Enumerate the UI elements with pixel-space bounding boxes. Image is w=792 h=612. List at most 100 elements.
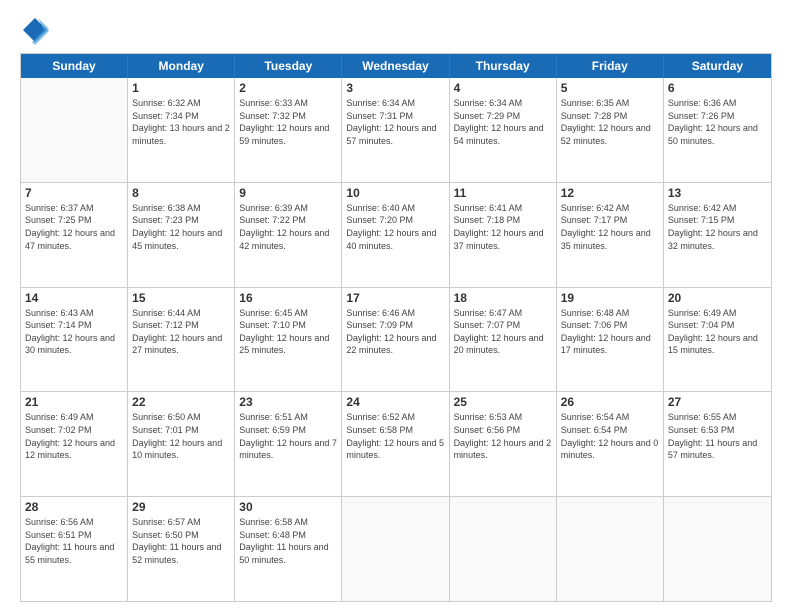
cell-info: Sunrise: 6:54 AMSunset: 6:54 PMDaylight:… xyxy=(561,411,659,461)
calendar-cell: 11Sunrise: 6:41 AMSunset: 7:18 PMDayligh… xyxy=(450,183,557,287)
day-header-tuesday: Tuesday xyxy=(235,54,342,78)
calendar-cell: 10 Sunrise: 6:40 AMSunset: 7:20 PMDayligh… xyxy=(342,183,449,287)
calendar-cell: 18 Sunrise: 6:47 AMSunset: 7:07 PMDayligh… xyxy=(450,288,557,392)
logo xyxy=(20,15,54,45)
cell-info: Sunrise: 6:41 AMSunset: 7:18 PMDaylight:… xyxy=(454,202,552,252)
calendar-cell: 7Sunrise: 6:37 AMSunset: 7:25 PMDaylight… xyxy=(21,183,128,287)
cell-info: Sunrise: 6:49 AMSunset: 7:02 PMDaylight:… xyxy=(25,411,123,461)
cell-info: Sunrise: 6:45 AMSunset: 7:10 PMDaylight:… xyxy=(239,307,337,357)
calendar-cell xyxy=(21,78,128,182)
cell-date: 20 xyxy=(668,291,767,305)
calendar-cell: 23Sunrise: 6:51 AMSunset: 6:59 PMDayligh… xyxy=(235,392,342,496)
cell-info: Sunrise: 6:32 AMSunset: 7:34 PMDaylight:… xyxy=(132,97,230,147)
cell-info: Sunrise: 6:34 AMSunset: 7:29 PMDaylight:… xyxy=(454,97,552,147)
cell-date: 28 xyxy=(25,500,123,514)
cell-info: Sunrise: 6:46 AMSunset: 7:09 PMDaylight:… xyxy=(346,307,444,357)
cell-date: 4 xyxy=(454,81,552,95)
calendar-cell xyxy=(342,497,449,601)
cell-date: 22 xyxy=(132,395,230,409)
cell-info: Sunrise: 6:56 AMSunset: 6:51 PMDaylight:… xyxy=(25,516,123,566)
calendar-cell: 26 Sunrise: 6:54 AMSunset: 6:54 PMDayligh… xyxy=(557,392,664,496)
cell-date: 25 xyxy=(454,395,552,409)
day-header-monday: Monday xyxy=(128,54,235,78)
cell-info: Sunrise: 6:34 AMSunset: 7:31 PMDaylight:… xyxy=(346,97,444,147)
calendar-cell: 22 Sunrise: 6:50 AMSunset: 7:01 PMDayligh… xyxy=(128,392,235,496)
cell-date: 2 xyxy=(239,81,337,95)
cell-date: 13 xyxy=(668,186,767,200)
calendar-cell: 6Sunrise: 6:36 AMSunset: 7:26 PMDaylight… xyxy=(664,78,771,182)
cell-info: Sunrise: 6:35 AMSunset: 7:28 PMDaylight:… xyxy=(561,97,659,147)
calendar-cell: 2 Sunrise: 6:33 AMSunset: 7:32 PMDaylight… xyxy=(235,78,342,182)
calendar-week: 1 Sunrise: 6:32 AMSunset: 7:34 PMDaylight… xyxy=(21,78,771,183)
cell-date: 12 xyxy=(561,186,659,200)
day-header-wednesday: Wednesday xyxy=(342,54,449,78)
cell-date: 9 xyxy=(239,186,337,200)
day-header-sunday: Sunday xyxy=(21,54,128,78)
cell-date: 24 xyxy=(346,395,444,409)
header xyxy=(20,15,772,45)
cell-info: Sunrise: 6:49 AMSunset: 7:04 PMDaylight:… xyxy=(668,307,767,357)
cell-info: Sunrise: 6:42 AMSunset: 7:17 PMDaylight:… xyxy=(561,202,659,252)
cell-info: Sunrise: 6:53 AMSunset: 6:56 PMDaylight:… xyxy=(454,411,552,461)
cell-info: Sunrise: 6:55 AMSunset: 6:53 PMDaylight:… xyxy=(668,411,767,461)
cell-info: Sunrise: 6:58 AMSunset: 6:48 PMDaylight:… xyxy=(239,516,337,566)
cell-date: 5 xyxy=(561,81,659,95)
day-header-saturday: Saturday xyxy=(664,54,771,78)
calendar-week: 21 Sunrise: 6:49 AMSunset: 7:02 PMDayligh… xyxy=(21,392,771,497)
calendar-cell: 21 Sunrise: 6:49 AMSunset: 7:02 PMDayligh… xyxy=(21,392,128,496)
calendar-cell: 16Sunrise: 6:45 AMSunset: 7:10 PMDayligh… xyxy=(235,288,342,392)
calendar-cell: 4 Sunrise: 6:34 AMSunset: 7:29 PMDaylight… xyxy=(450,78,557,182)
day-header-friday: Friday xyxy=(557,54,664,78)
cell-info: Sunrise: 6:52 AMSunset: 6:58 PMDaylight:… xyxy=(346,411,444,461)
calendar-cell xyxy=(557,497,664,601)
cell-date: 10 xyxy=(346,186,444,200)
cell-info: Sunrise: 6:42 AMSunset: 7:15 PMDaylight:… xyxy=(668,202,767,252)
calendar-cell: 12 Sunrise: 6:42 AMSunset: 7:17 PMDayligh… xyxy=(557,183,664,287)
cell-info: Sunrise: 6:50 AMSunset: 7:01 PMDaylight:… xyxy=(132,411,230,461)
cell-date: 1 xyxy=(132,81,230,95)
calendar-cell xyxy=(450,497,557,601)
calendar-cell: 1 Sunrise: 6:32 AMSunset: 7:34 PMDaylight… xyxy=(128,78,235,182)
cell-info: Sunrise: 6:40 AMSunset: 7:20 PMDaylight:… xyxy=(346,202,444,252)
cell-date: 21 xyxy=(25,395,123,409)
cell-info: Sunrise: 6:47 AMSunset: 7:07 PMDaylight:… xyxy=(454,307,552,357)
calendar-cell: 19Sunrise: 6:48 AMSunset: 7:06 PMDayligh… xyxy=(557,288,664,392)
calendar-body: 1 Sunrise: 6:32 AMSunset: 7:34 PMDaylight… xyxy=(21,78,771,601)
cell-info: Sunrise: 6:48 AMSunset: 7:06 PMDaylight:… xyxy=(561,307,659,357)
cell-date: 23 xyxy=(239,395,337,409)
cell-info: Sunrise: 6:36 AMSunset: 7:26 PMDaylight:… xyxy=(668,97,767,147)
calendar-cell: 15Sunrise: 6:44 AMSunset: 7:12 PMDayligh… xyxy=(128,288,235,392)
calendar-week: 14Sunrise: 6:43 AMSunset: 7:14 PMDayligh… xyxy=(21,288,771,393)
cell-info: Sunrise: 6:39 AMSunset: 7:22 PMDaylight:… xyxy=(239,202,337,252)
cell-date: 17 xyxy=(346,291,444,305)
cell-date: 30 xyxy=(239,500,337,514)
calendar-cell: 13 Sunrise: 6:42 AMSunset: 7:15 PMDayligh… xyxy=(664,183,771,287)
calendar-cell: 3 Sunrise: 6:34 AMSunset: 7:31 PMDaylight… xyxy=(342,78,449,182)
cell-date: 18 xyxy=(454,291,552,305)
calendar-cell: 14Sunrise: 6:43 AMSunset: 7:14 PMDayligh… xyxy=(21,288,128,392)
cell-info: Sunrise: 6:33 AMSunset: 7:32 PMDaylight:… xyxy=(239,97,337,147)
calendar-cell: 25 Sunrise: 6:53 AMSunset: 6:56 PMDayligh… xyxy=(450,392,557,496)
calendar: SundayMondayTuesdayWednesdayThursdayFrid… xyxy=(20,53,772,602)
calendar-cell: 5 Sunrise: 6:35 AMSunset: 7:28 PMDaylight… xyxy=(557,78,664,182)
cell-info: Sunrise: 6:57 AMSunset: 6:50 PMDaylight:… xyxy=(132,516,230,566)
cell-date: 3 xyxy=(346,81,444,95)
calendar-cell: 8 Sunrise: 6:38 AMSunset: 7:23 PMDaylight… xyxy=(128,183,235,287)
calendar-cell: 30 Sunrise: 6:58 AMSunset: 6:48 PMDayligh… xyxy=(235,497,342,601)
calendar-header: SundayMondayTuesdayWednesdayThursdayFrid… xyxy=(21,54,771,78)
calendar-cell: 24 Sunrise: 6:52 AMSunset: 6:58 PMDayligh… xyxy=(342,392,449,496)
day-header-thursday: Thursday xyxy=(450,54,557,78)
cell-date: 14 xyxy=(25,291,123,305)
calendar-cell: 27Sunrise: 6:55 AMSunset: 6:53 PMDayligh… xyxy=(664,392,771,496)
calendar-cell xyxy=(664,497,771,601)
cell-date: 29 xyxy=(132,500,230,514)
cell-date: 15 xyxy=(132,291,230,305)
cell-date: 8 xyxy=(132,186,230,200)
page: SundayMondayTuesdayWednesdayThursdayFrid… xyxy=(0,0,792,612)
logo-icon xyxy=(20,15,50,45)
cell-info: Sunrise: 6:38 AMSunset: 7:23 PMDaylight:… xyxy=(132,202,230,252)
cell-date: 26 xyxy=(561,395,659,409)
calendar-cell: 28 Sunrise: 6:56 AMSunset: 6:51 PMDayligh… xyxy=(21,497,128,601)
calendar-cell: 17 Sunrise: 6:46 AMSunset: 7:09 PMDayligh… xyxy=(342,288,449,392)
calendar-cell: 20 Sunrise: 6:49 AMSunset: 7:04 PMDayligh… xyxy=(664,288,771,392)
